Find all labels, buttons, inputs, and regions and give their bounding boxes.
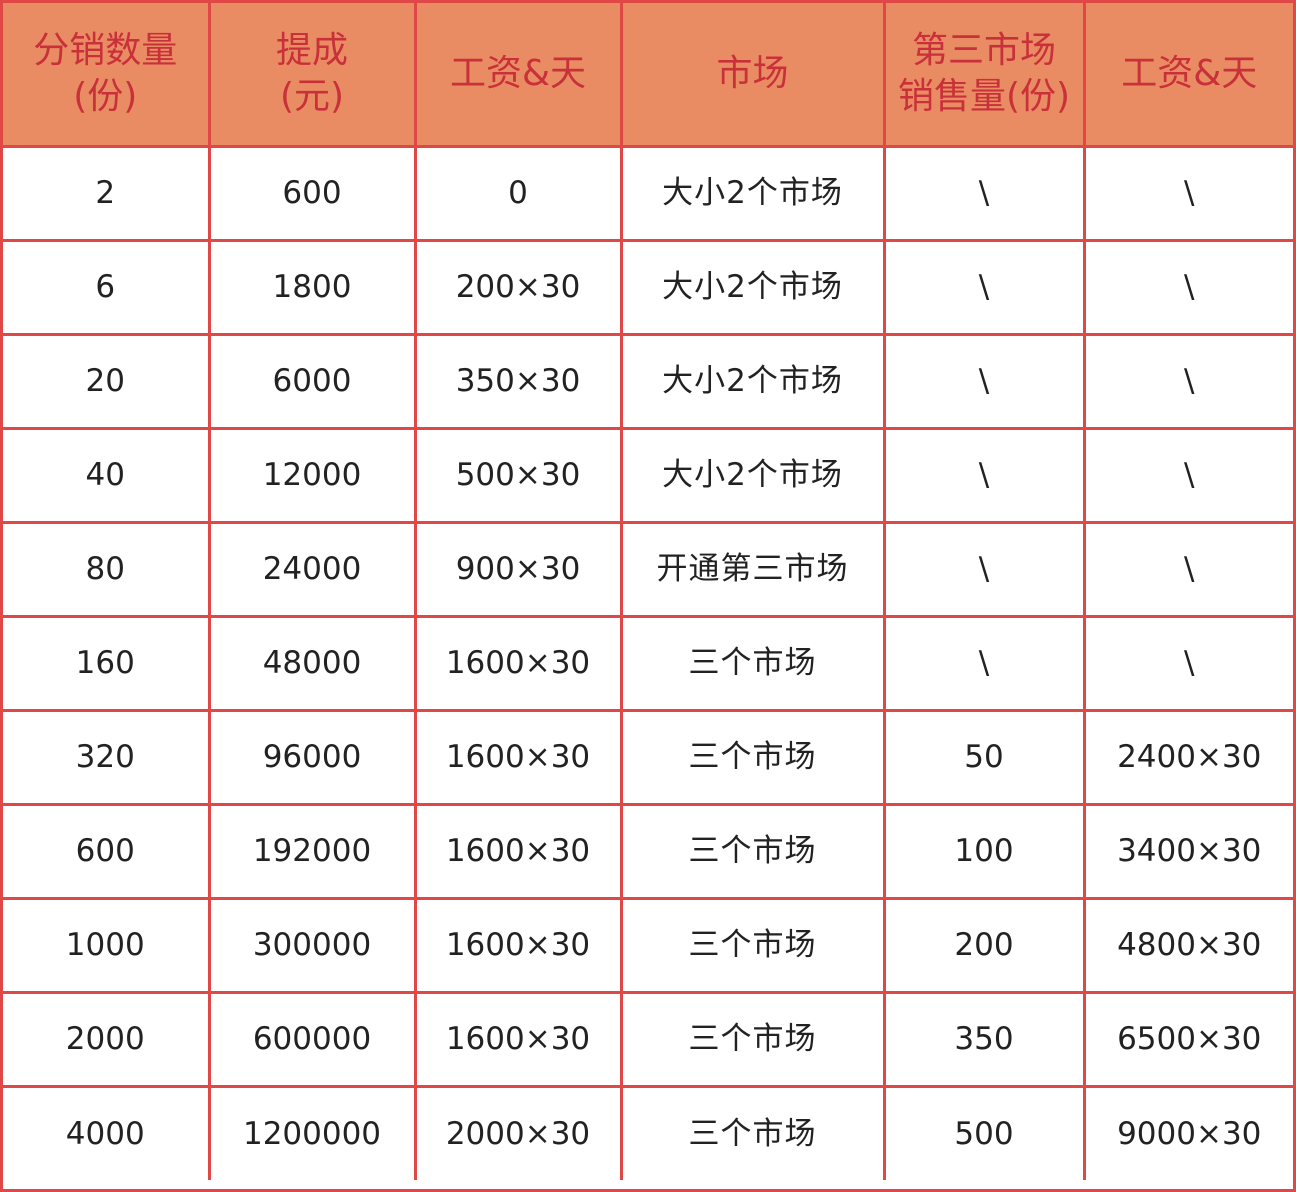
cell-wage: 0	[413, 144, 623, 242]
header-commission: 提成 (元)	[207, 3, 417, 148]
commission-table-frame: 分销数量 (份) 提成 (元) 工资&天 市场 第三市场 销售量(份) 工资&天…	[0, 0, 1296, 1192]
cell-market: 开通第三市场	[619, 520, 886, 618]
cell-wage: 2000×30	[413, 1084, 623, 1180]
cell-market: 三个市场	[619, 990, 886, 1088]
cell-quantity: 6	[3, 238, 211, 336]
cell-market: 三个市场	[619, 614, 886, 712]
cell-market: 大小2个市场	[619, 426, 886, 524]
cell-wage: 200×30	[413, 238, 623, 336]
cell-quantity: 20	[3, 332, 211, 430]
header-distribution-quantity: 分销数量 (份)	[3, 3, 211, 148]
cell-wage-2: 2400×30	[1082, 708, 1293, 806]
cell-market: 大小2个市场	[619, 144, 886, 242]
cell-commission: 96000	[207, 708, 417, 806]
table-row: 1000 300000 1600×30 三个市场 200 4800×30	[3, 896, 1293, 994]
table-row: 160 48000 1600×30 三个市场 \ \	[3, 614, 1293, 712]
cell-quantity: 80	[3, 520, 211, 618]
cell-wage-2: 6500×30	[1082, 990, 1293, 1088]
cell-quantity: 40	[3, 426, 211, 524]
cell-commission: 600	[207, 144, 417, 242]
cell-market: 三个市场	[619, 896, 886, 994]
cell-third-market-sales: 500	[882, 1084, 1086, 1180]
cell-wage: 500×30	[413, 426, 623, 524]
table-row: 4000 1200000 2000×30 三个市场 500 9000×30	[3, 1084, 1293, 1180]
cell-quantity: 4000	[3, 1084, 211, 1180]
cell-wage: 1600×30	[413, 990, 623, 1088]
cell-quantity: 2000	[3, 990, 211, 1088]
cell-commission: 192000	[207, 802, 417, 900]
cell-third-market-sales: \	[882, 238, 1086, 336]
header-wage-per-day: 工资&天	[413, 3, 623, 148]
cell-third-market-sales: 350	[882, 990, 1086, 1088]
cell-commission: 600000	[207, 990, 417, 1088]
cell-quantity: 600	[3, 802, 211, 900]
cell-wage: 1600×30	[413, 708, 623, 806]
cell-wage: 900×30	[413, 520, 623, 618]
cell-third-market-sales: 100	[882, 802, 1086, 900]
cell-market: 大小2个市场	[619, 332, 886, 430]
table-row: 320 96000 1600×30 三个市场 50 2400×30	[3, 708, 1293, 806]
cell-commission: 1200000	[207, 1084, 417, 1180]
cell-quantity: 1000	[3, 896, 211, 994]
cell-commission: 48000	[207, 614, 417, 712]
cell-quantity: 160	[3, 614, 211, 712]
cell-wage: 1600×30	[413, 802, 623, 900]
cell-market: 大小2个市场	[619, 238, 886, 336]
cell-quantity: 2	[3, 144, 211, 242]
table-row: 20 6000 350×30 大小2个市场 \ \	[3, 332, 1293, 430]
cell-wage-2: 3400×30	[1082, 802, 1293, 900]
cell-third-market-sales: 50	[882, 708, 1086, 806]
table-row: 6 1800 200×30 大小2个市场 \ \	[3, 238, 1293, 336]
cell-wage-2: \	[1082, 332, 1293, 430]
cell-third-market-sales: \	[882, 520, 1086, 618]
cell-market: 三个市场	[619, 708, 886, 806]
cell-third-market-sales: \	[882, 332, 1086, 430]
header-row: 分销数量 (份) 提成 (元) 工资&天 市场 第三市场 销售量(份) 工资&天	[3, 3, 1293, 148]
table-row: 600 192000 1600×30 三个市场 100 3400×30	[3, 802, 1293, 900]
commission-table: 分销数量 (份) 提成 (元) 工资&天 市场 第三市场 销售量(份) 工资&天…	[3, 3, 1293, 1180]
cell-commission: 6000	[207, 332, 417, 430]
cell-quantity: 320	[3, 708, 211, 806]
cell-third-market-sales: \	[882, 144, 1086, 242]
cell-wage-2: \	[1082, 238, 1293, 336]
cell-third-market-sales: 200	[882, 896, 1086, 994]
table-row: 40 12000 500×30 大小2个市场 \ \	[3, 426, 1293, 524]
cell-wage-2: \	[1082, 614, 1293, 712]
cell-wage: 350×30	[413, 332, 623, 430]
header-wage-per-day-2: 工资&天	[1082, 3, 1293, 148]
cell-third-market-sales: \	[882, 426, 1086, 524]
cell-third-market-sales: \	[882, 614, 1086, 712]
cell-wage-2: \	[1082, 144, 1293, 242]
cell-commission: 24000	[207, 520, 417, 618]
cell-wage-2: \	[1082, 520, 1293, 618]
cell-wage-2: \	[1082, 426, 1293, 524]
table-row: 2000 600000 1600×30 三个市场 350 6500×30	[3, 990, 1293, 1088]
cell-wage-2: 9000×30	[1082, 1084, 1293, 1180]
cell-market: 三个市场	[619, 802, 886, 900]
cell-market: 三个市场	[619, 1084, 886, 1180]
cell-wage: 1600×30	[413, 614, 623, 712]
cell-wage-2: 4800×30	[1082, 896, 1293, 994]
header-third-market-sales: 第三市场 销售量(份)	[882, 3, 1086, 148]
cell-commission: 12000	[207, 426, 417, 524]
table-row: 2 600 0 大小2个市场 \ \	[3, 144, 1293, 242]
cell-wage: 1600×30	[413, 896, 623, 994]
cell-commission: 1800	[207, 238, 417, 336]
header-market: 市场	[619, 3, 886, 148]
table-row: 80 24000 900×30 开通第三市场 \ \	[3, 520, 1293, 618]
cell-commission: 300000	[207, 896, 417, 994]
